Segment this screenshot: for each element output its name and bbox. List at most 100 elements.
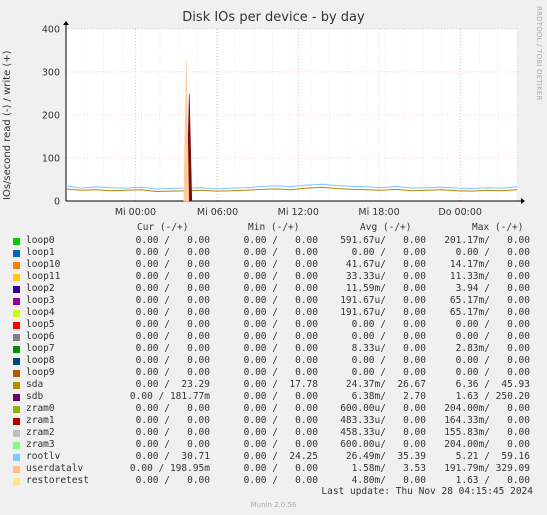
legend-cur: 0.00 / 0.00 [135, 295, 210, 306]
legend-cur: 0.00 / 0.00 [135, 271, 210, 282]
legend-avg: 600.00u/ 0.00 [340, 439, 426, 450]
legend-name: zram2 [26, 427, 55, 438]
legend-name: loop0 [26, 235, 55, 246]
legend-max: 0.00 / 0.00 [455, 247, 530, 258]
legend-name: zram3 [26, 439, 55, 450]
legend-min: 0.00 / 0.00 [243, 403, 318, 414]
chart-plot: 0 100 200 300 400 Mi 00:00 Mi 06:00 Mi 12:00 Mi … [42, 21, 525, 218]
legend-cur: 0.00 / 0.00 [135, 343, 210, 354]
legend-max: 191.79m/ 329.09 [444, 463, 530, 474]
legend-swatch [13, 430, 20, 437]
legend-row: loop6 0.00 / 0.00 0.00 / 0.00 0.00 / 0.00 0.… [0, 331, 547, 343]
legend-row: sda 0.00 / 23.29 0.00 / 17.78 24.37m/ 26.67… [0, 379, 547, 391]
last-update: Last update: Thu Nov 28 04:15:45 2024 [321, 486, 533, 497]
legend-avg: 8.33u/ 0.00 [351, 343, 426, 354]
legend-min: 0.00 / 0.00 [243, 439, 318, 450]
legend-swatch [13, 418, 20, 425]
legend-min: 0.00 / 17.78 [243, 379, 318, 390]
legend-row: loop11 0.00 / 0.00 0.00 / 0.00 33.33u/ 0.00… [0, 271, 547, 283]
legend-min: 0.00 / 0.00 [243, 271, 318, 282]
legend-name: loop11 [26, 271, 61, 282]
y-tick-label: 400 [42, 25, 60, 36]
legend-max: 164.33m/ 0.00 [444, 415, 530, 426]
legend-swatch [13, 382, 20, 389]
legend-cur: 0.00 / 0.00 [135, 307, 210, 318]
legend-avg: 1.58m/ 3.53 [351, 463, 426, 474]
legend-swatch [13, 262, 20, 269]
legend-swatch [13, 250, 20, 257]
legend-avg: 458.33u/ 0.00 [340, 427, 426, 438]
legend-name: sda [26, 379, 44, 390]
legend-cur: 0.00 / 181.77m [129, 391, 210, 402]
legend-swatch [13, 346, 20, 353]
legend-avg: 6.38m/ 2.70 [351, 391, 426, 402]
legend-min: 0.00 / 0.00 [243, 415, 318, 426]
legend-row: loop3 0.00 / 0.00 0.00 / 0.00 191.67u/ 0.00… [0, 295, 547, 307]
legend-swatch [13, 478, 20, 485]
legend-swatch [13, 310, 20, 317]
legend-max: 5.21 / 59.16 [455, 451, 530, 462]
legend-row: zram2 0.00 / 0.00 0.00 / 0.00 458.33u/ 0.00… [0, 427, 547, 439]
x-tick-label: Mi 12:00 [278, 207, 319, 218]
legend-swatch [13, 334, 20, 341]
legend-avg: 26.49m/ 35.39 [345, 451, 426, 462]
legend-max: 204.00m/ 0.00 [444, 403, 530, 414]
legend-min: 0.00 / 0.00 [243, 463, 318, 474]
legend-min: 0.00 / 0.00 [243, 343, 318, 354]
legend-min: 0.00 / 0.00 [243, 355, 318, 366]
legend-min: 0.00 / 0.00 [243, 391, 318, 402]
legend-row: loop2 0.00 / 0.00 0.00 / 0.00 11.59m/ 0.00 3… [0, 283, 547, 295]
legend-swatch [13, 454, 20, 461]
header-min: Min (-/+) [248, 222, 300, 233]
legend-avg: 33.33u/ 0.00 [345, 271, 426, 282]
legend-swatch [13, 322, 20, 329]
legend-min: 0.00 / 0.00 [243, 235, 318, 246]
legend-cur: 0.00 / 23.29 [135, 379, 210, 390]
legend-max: 201.17m/ 0.00 [444, 235, 530, 246]
header-max: Max (-/+) [472, 222, 524, 233]
legend-max: 3.94 / 0.00 [455, 283, 530, 294]
legend-row: loop10 0.00 / 0.00 0.00 / 0.00 41.67u/ 0.00… [0, 259, 547, 271]
legend-cur: 0.00 / 0.00 [135, 439, 210, 450]
legend-name: loop4 [26, 307, 55, 318]
legend-max: 1.63 / 250.20 [455, 391, 530, 402]
legend-max: 6.36 / 45.93 [455, 379, 530, 390]
legend-cur: 0.00 / 0.00 [135, 355, 210, 366]
legend-min: 0.00 / 0.00 [243, 427, 318, 438]
legend-min: 0.00 / 0.00 [243, 283, 318, 294]
x-tick-label: Mi 06:00 [197, 207, 238, 218]
legend-cur: 0.00 / 0.00 [135, 247, 210, 258]
legend-max: 204.00m/ 0.00 [444, 439, 530, 450]
legend-cur: 0.00 / 0.00 [135, 331, 210, 342]
legend-name: loop3 [26, 295, 55, 306]
legend-cur: 0.00 / 0.00 [135, 283, 210, 294]
munin-graph: Disk IOs per device - by day RRDTOOL / T… [0, 0, 547, 515]
legend-max: 2.83m/ 0.00 [455, 343, 530, 354]
legend-max: 65.17m/ 0.00 [449, 307, 530, 318]
legend-row: zram0 0.00 / 0.00 0.00 / 0.00 600.00u/ 0.00… [0, 403, 547, 415]
legend-max: 1.63 / 0.00 [455, 475, 530, 486]
legend-row: loop5 0.00 / 0.00 0.00 / 0.00 0.00 / 0.00 0.… [0, 319, 547, 331]
legend-name: userdatalv [26, 463, 84, 474]
legend-name: loop6 [26, 331, 55, 342]
legend-swatch [13, 358, 20, 365]
legend-name: loop9 [26, 367, 55, 378]
legend-avg: 483.33u/ 0.00 [340, 415, 426, 426]
legend-row: zram1 0.00 / 0.00 0.00 / 0.00 483.33u/ 0.00… [0, 415, 547, 427]
legend-cur: 0.00 / 0.00 [135, 427, 210, 438]
legend-min: 0.00 / 0.00 [243, 367, 318, 378]
legend-swatch [13, 442, 20, 449]
legend-row: rootlv 0.00 / 30.71 0.00 / 24.25 26.49m/ 35… [0, 451, 547, 463]
legend-avg: 0.00 / 0.00 [351, 319, 426, 330]
legend-avg: 11.59m/ 0.00 [345, 283, 426, 294]
y-tick-label: 0 [54, 197, 60, 208]
x-tick-label: Mi 00:00 [115, 207, 156, 218]
header-avg: Avg (-/+) [360, 222, 412, 233]
legend-name: rootlv [26, 451, 61, 462]
legend-max: 11.33m/ 0.00 [449, 271, 530, 282]
legend-swatch [13, 406, 20, 413]
y-tick-label: 300 [42, 68, 60, 79]
legend-name: loop5 [26, 319, 55, 330]
legend-max: 0.00 / 0.00 [455, 331, 530, 342]
legend-row: loop1 0.00 / 0.00 0.00 / 0.00 0.00 / 0.00 0.… [0, 247, 547, 259]
